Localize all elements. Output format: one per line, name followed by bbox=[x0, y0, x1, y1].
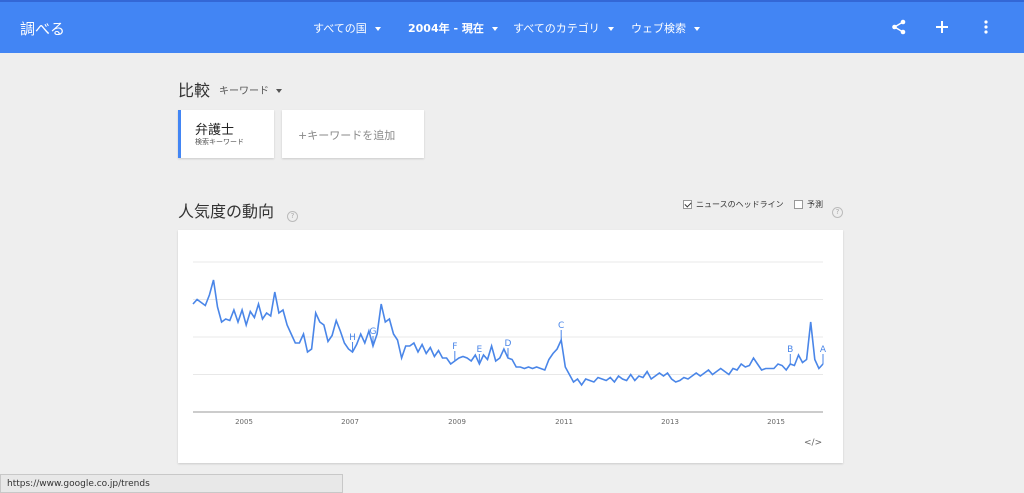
app-title[interactable]: 調べる bbox=[20, 18, 65, 39]
category-filter-dropdown[interactable]: すべてのカテゴリ bbox=[513, 20, 614, 36]
browser-status-bar: https://www.google.co.jp/trends bbox=[0, 474, 343, 493]
news-annotation-label[interactable]: E bbox=[477, 345, 483, 355]
compare-type-dropdown[interactable]: キーワード bbox=[219, 82, 283, 97]
news-headlines-toggle[interactable]: ニュースのヘッドライン bbox=[683, 199, 784, 210]
keyword-type: 検索キーワード bbox=[195, 138, 244, 146]
x-tick-label: 2013 bbox=[661, 418, 679, 426]
chevron-down-icon bbox=[276, 89, 283, 93]
share-icon[interactable] bbox=[889, 16, 909, 38]
news-annotation-label[interactable]: B bbox=[787, 345, 793, 355]
search-type-label: ウェブ検索 bbox=[631, 22, 686, 35]
interest-help-icon[interactable]: ? bbox=[287, 203, 298, 222]
time-range-label: 2004年 - 現在 bbox=[408, 22, 484, 35]
series-line bbox=[192, 279, 824, 387]
news-annotation-label[interactable]: D bbox=[505, 339, 512, 349]
interest-chart-panel: HGFEDCBA 2005 2007 2009 2011 2013 2015 </> bbox=[178, 230, 843, 463]
x-tick-label: 2011 bbox=[555, 418, 573, 426]
chevron-down-icon bbox=[374, 27, 381, 31]
news-headlines-checkbox[interactable] bbox=[683, 200, 692, 209]
news-annotation-label[interactable]: F bbox=[452, 342, 457, 352]
interest-title: 人気度の動向 bbox=[178, 202, 275, 221]
news-headlines-label: ニュースのヘッドライン bbox=[696, 200, 784, 209]
chevron-down-icon bbox=[694, 27, 700, 31]
forecast-checkbox[interactable] bbox=[794, 200, 803, 209]
news-annotation-marker[interactable]: D bbox=[505, 339, 512, 358]
chevron-down-icon bbox=[607, 27, 614, 31]
news-annotation-label[interactable]: A bbox=[820, 345, 827, 355]
x-tick-label: 2009 bbox=[448, 418, 466, 426]
x-tick-label: 2015 bbox=[767, 418, 785, 426]
more-vert-icon[interactable] bbox=[976, 16, 996, 38]
compare-type-label: キーワード bbox=[219, 86, 269, 97]
forecast-label: 予測 bbox=[807, 200, 823, 209]
keyword-card[interactable]: 弁護士 検索キーワード bbox=[178, 110, 274, 158]
news-annotation-label[interactable]: H bbox=[349, 333, 356, 343]
embed-code-button[interactable]: </> bbox=[804, 438, 822, 448]
news-annotation-marker[interactable]: B bbox=[787, 345, 793, 364]
country-filter-label: すべての国 bbox=[313, 22, 367, 35]
add-icon[interactable] bbox=[932, 16, 952, 38]
top-app-bar: 調べる すべての国 2004年 - 現在 すべてのカテゴリ ウェブ検索 bbox=[0, 0, 1024, 53]
x-tick-label: 2005 bbox=[235, 418, 253, 426]
news-annotation-label[interactable]: C bbox=[558, 321, 564, 331]
country-filter-dropdown[interactable]: すべての国 bbox=[313, 20, 381, 36]
category-filter-label: すべてのカテゴリ bbox=[513, 22, 600, 35]
time-range-dropdown[interactable]: 2004年 - 現在 bbox=[408, 20, 498, 36]
forecast-toggle[interactable]: 予測 bbox=[794, 199, 823, 210]
add-keyword-card[interactable]: +キーワードを追加 bbox=[282, 110, 424, 158]
add-keyword-label: +キーワードを追加 bbox=[298, 129, 396, 142]
chevron-down-icon bbox=[491, 27, 498, 31]
interest-line-chart[interactable]: HGF EDCB A 2005 2007 2009 2011 2013 2015 bbox=[178, 230, 843, 463]
compare-title: 比較 bbox=[178, 81, 211, 100]
x-tick-label: 2007 bbox=[341, 418, 359, 426]
forecast-help-icon[interactable]: ? bbox=[832, 199, 843, 218]
news-annotation-marker[interactable]: F bbox=[452, 342, 457, 361]
search-type-dropdown[interactable]: ウェブ検索 bbox=[631, 20, 700, 36]
keyword-term: 弁護士 bbox=[195, 123, 235, 138]
news-annotation-marker[interactable]: A bbox=[820, 345, 827, 364]
